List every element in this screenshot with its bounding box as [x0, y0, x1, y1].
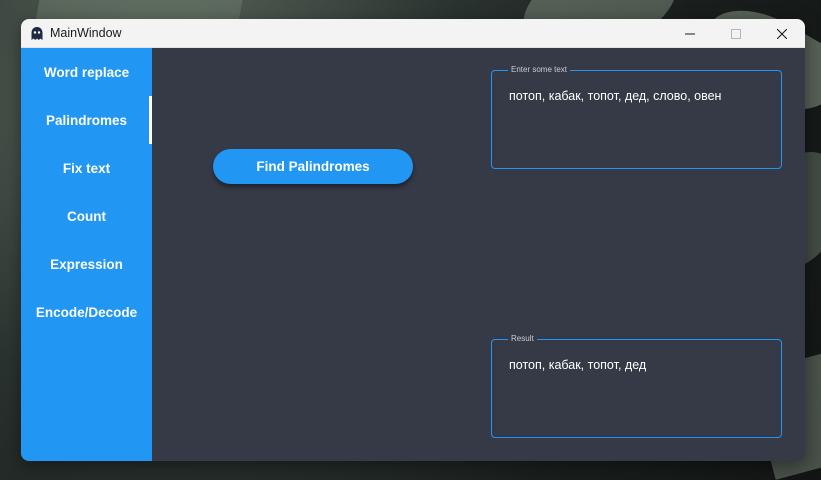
sidebar-item-label: Palindromes — [45, 112, 128, 128]
result-text-field[interactable]: Result потоп, кабак, топот, дед — [491, 334, 782, 438]
sidebar-item-label: Count — [67, 208, 106, 224]
sidebar-item-label: Word replace — [43, 64, 130, 80]
window-body: Word replace Palindromes Fix text Count … — [21, 48, 805, 461]
sidebar-item-expression[interactable]: Expression — [21, 240, 152, 288]
ghost-icon — [30, 26, 44, 41]
minimize-button[interactable] — [667, 19, 713, 48]
sidebar: Word replace Palindromes Fix text Count … — [21, 48, 152, 461]
sidebar-item-count[interactable]: Count — [21, 192, 152, 240]
input-field-value[interactable]: потоп, кабак, топот, дед, слово, овен — [509, 88, 773, 104]
close-button[interactable] — [759, 19, 805, 48]
maximize-icon — [731, 28, 741, 39]
sidebar-item-label: Encode/Decode — [35, 304, 138, 320]
title-bar[interactable]: MainWindow — [21, 19, 805, 48]
sidebar-item-label: Expression — [50, 256, 123, 272]
maximize-button[interactable] — [713, 19, 759, 48]
sidebar-item-palindromes[interactable]: Palindromes — [21, 96, 152, 144]
minimize-icon — [685, 33, 695, 34]
content-panel: Find Palindromes Enter some text потоп, … — [152, 48, 805, 461]
window-controls — [667, 19, 805, 48]
result-field-label: Result — [508, 334, 537, 344]
main-window: MainWindow Word replace Palindromes Fix … — [21, 19, 805, 461]
window-title: MainWindow — [50, 26, 122, 40]
sidebar-item-word-replace[interactable]: Word replace — [21, 48, 152, 96]
sidebar-item-fix-text[interactable]: Fix text — [21, 144, 152, 192]
sidebar-item-label: Fix text — [62, 160, 111, 176]
close-icon — [777, 28, 787, 39]
input-text-field[interactable]: Enter some text потоп, кабак, топот, дед… — [491, 65, 782, 169]
result-field-value[interactable]: потоп, кабак, топот, дед — [509, 357, 773, 373]
input-field-label: Enter some text — [508, 65, 571, 75]
find-palindromes-button[interactable]: Find Palindromes — [213, 149, 413, 184]
sidebar-item-encode-decode[interactable]: Encode/Decode — [21, 288, 152, 336]
